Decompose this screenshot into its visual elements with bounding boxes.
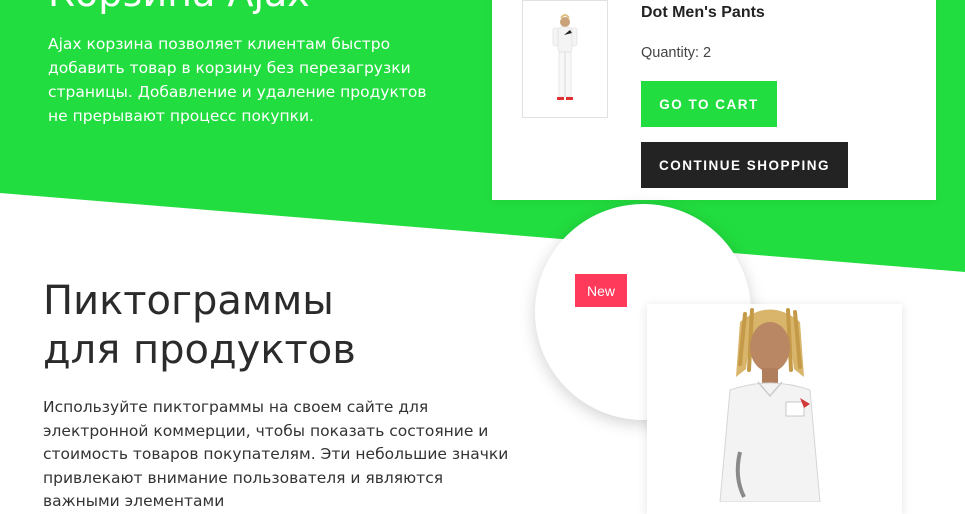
pictograms-title-line1: Пиктограммы [43,278,334,324]
pictograms-title-line2: для продуктов [43,327,356,373]
cart-product-name[interactable]: Dot Men's Pants [641,4,765,22]
go-to-cart-button[interactable]: GO TO CART [641,81,777,127]
product-model-image [552,14,578,100]
new-badge: New [575,274,627,307]
hero-description: Ajax корзина позволяет клиентам быстро д… [48,35,427,125]
cart-product-thumbnail[interactable] [522,0,608,118]
pictograms-title: Пиктограммы для продуктов [43,277,356,375]
quantity-label: Quantity: [641,45,700,61]
pictograms-description: Используйте пиктограммы на своем сайте д… [43,398,509,510]
hero-title: Корзина Ajax [48,0,310,16]
quantity-value: 2 [703,45,712,61]
product-model-image [719,308,821,502]
continue-shopping-button[interactable]: CONTINUE SHOPPING [641,142,848,188]
cart-quantity: Quantity: 2 [641,45,711,61]
cart-popup: Dot Men's Pants Quantity: 2 GO TO CART CO… [492,0,936,200]
